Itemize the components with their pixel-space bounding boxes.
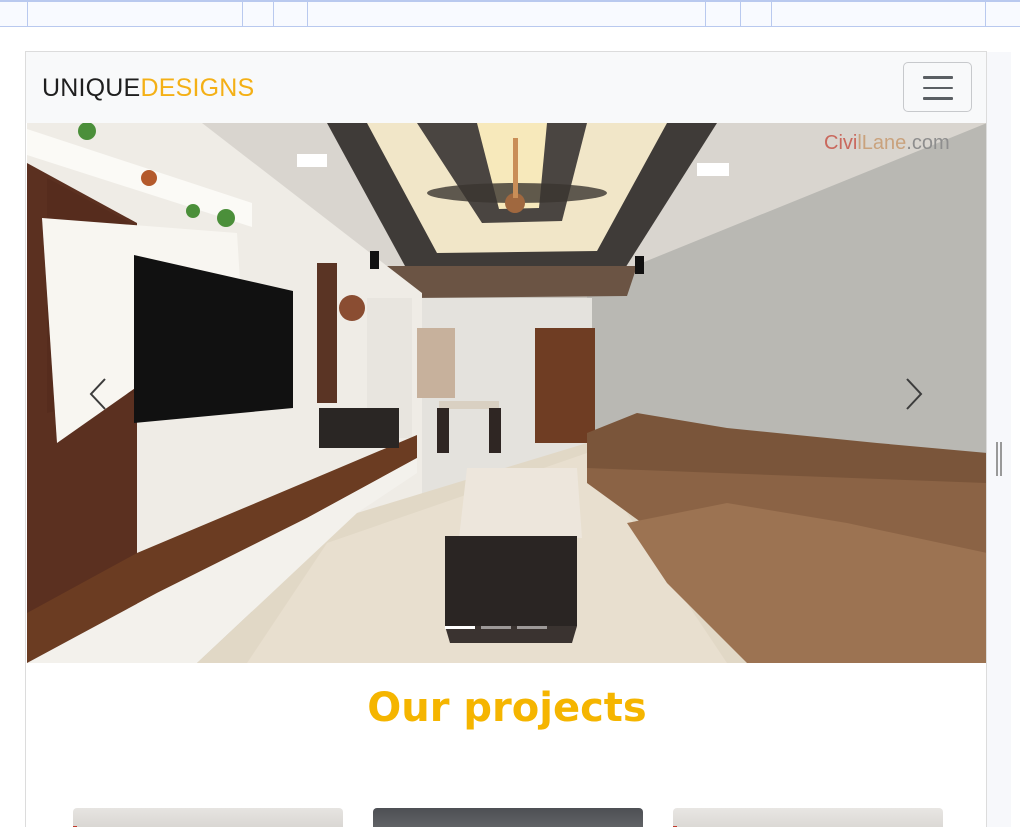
- carousel-prev-button[interactable]: [67, 349, 127, 439]
- ruler-tick: [771, 2, 772, 27]
- navbar-toggler-button[interactable]: [903, 62, 972, 112]
- ruler-tick: [985, 2, 986, 27]
- carousel-indicators: [445, 626, 547, 629]
- hero-carousel: CivilLane.com: [27, 123, 986, 663]
- brand-logo-link[interactable]: UNIQUEDESIGNS: [42, 73, 254, 103]
- carousel-indicator[interactable]: [445, 626, 475, 629]
- project-card[interactable]: [673, 808, 943, 827]
- civillane-watermark: CivilLane.com: [824, 132, 950, 154]
- project-card[interactable]: [373, 808, 643, 827]
- project-card[interactable]: [73, 808, 343, 827]
- page-frame: UNIQUEDESIGNS CivilLane.com Our projects: [25, 51, 987, 827]
- ruler-tick: [307, 2, 308, 27]
- brand-text-unique: UNIQUE: [42, 74, 141, 102]
- navbar: UNIQUEDESIGNS: [26, 52, 986, 123]
- ruler-tick: [740, 2, 741, 27]
- carousel-indicator[interactable]: [481, 626, 511, 629]
- living-room-image: [27, 123, 986, 663]
- ruler-tick: [27, 2, 28, 27]
- ruler-strip: [0, 0, 1020, 27]
- brand-text-designs: DESIGNS: [140, 74, 255, 102]
- right-gutter: [987, 52, 1011, 827]
- carousel-next-button[interactable]: [885, 349, 945, 439]
- ruler-tick: [273, 2, 274, 27]
- projects-heading: Our projects: [367, 685, 647, 731]
- carousel-indicator[interactable]: [517, 626, 547, 629]
- ruler-tick: [705, 2, 706, 27]
- resize-handle[interactable]: [996, 442, 1002, 476]
- ruler-tick: [242, 2, 243, 27]
- chevron-right-icon: [906, 378, 923, 410]
- chevron-left-icon: [89, 378, 106, 410]
